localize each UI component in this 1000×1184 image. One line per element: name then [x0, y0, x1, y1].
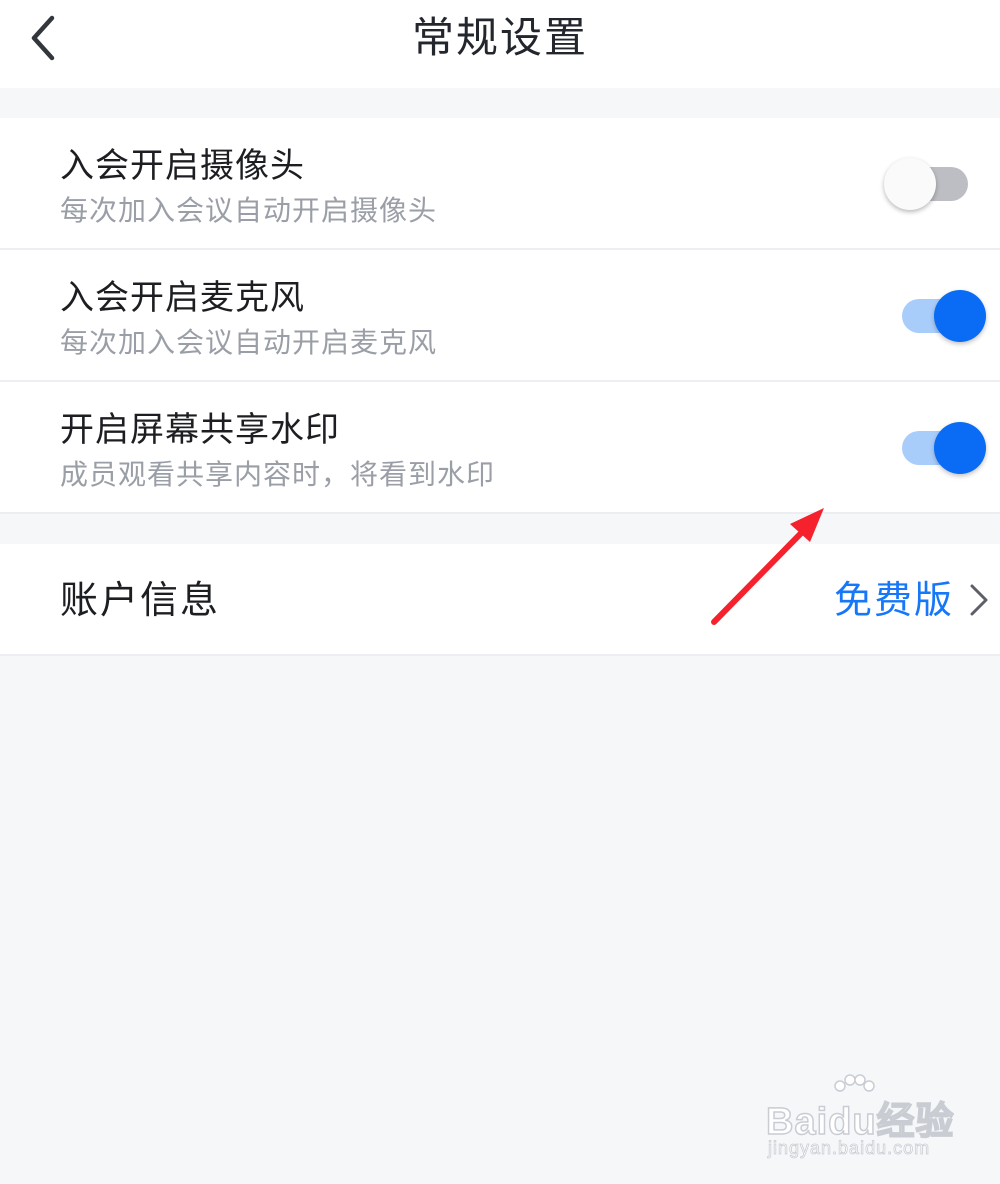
- account-plan-value: 免费版: [833, 578, 954, 622]
- nav-bar: 常规设置: [0, 0, 1000, 88]
- setting-subtitle: 每次加入会议自动开启麦克风: [60, 326, 438, 359]
- setting-row-watermark: 开启屏幕共享水印 成员观看共享内容时，将看到水印: [0, 382, 1000, 514]
- account-group: 账户信息 免费版: [0, 544, 1000, 656]
- red-arrow-annotation: [711, 508, 824, 625]
- account-info-label: 账户信息: [60, 578, 221, 622]
- setting-subtitle: 每次加入会议自动开启摄像头: [60, 194, 438, 227]
- camera-toggle-switch[interactable]: [884, 156, 968, 212]
- microphone-toggle-switch[interactable]: [902, 288, 986, 344]
- toggle-knob: [884, 158, 936, 210]
- chevron-right-icon: [970, 584, 988, 616]
- setting-row-camera: 入会开启摄像头 每次加入会议自动开启摄像头: [0, 118, 1000, 250]
- setting-title: 入会开启麦克风: [60, 278, 305, 318]
- setting-row-microphone: 入会开启麦克风 每次加入会议自动开启麦克风: [0, 250, 1000, 382]
- setting-subtitle: 成员观看共享内容时，将看到水印: [60, 458, 496, 491]
- account-info-row[interactable]: 账户信息 免费版: [0, 544, 1000, 656]
- toggle-knob: [934, 290, 986, 342]
- screen-share-watermark-toggle-switch[interactable]: [902, 420, 986, 476]
- toggle-settings-group: 入会开启摄像头 每次加入会议自动开启摄像头 入会开启麦克风 每次加入会议自动开启…: [0, 118, 1000, 514]
- watermark-url: jingyan.baidu.com: [768, 1138, 931, 1159]
- settings-page: 常规设置 入会开启摄像头 每次加入会议自动开启摄像头 入会开启麦克风 每次加入会…: [0, 0, 1000, 1184]
- toggle-knob: [934, 422, 986, 474]
- baidu-jingyan-watermark: Baidu经验 jingyan.baidu.com: [760, 1072, 960, 1168]
- page-title: 常规设置: [411, 13, 588, 62]
- setting-title: 开启屏幕共享水印: [60, 410, 340, 450]
- setting-title: 入会开启摄像头: [60, 146, 305, 186]
- watermark-brand: Baidu经验: [765, 1100, 955, 1144]
